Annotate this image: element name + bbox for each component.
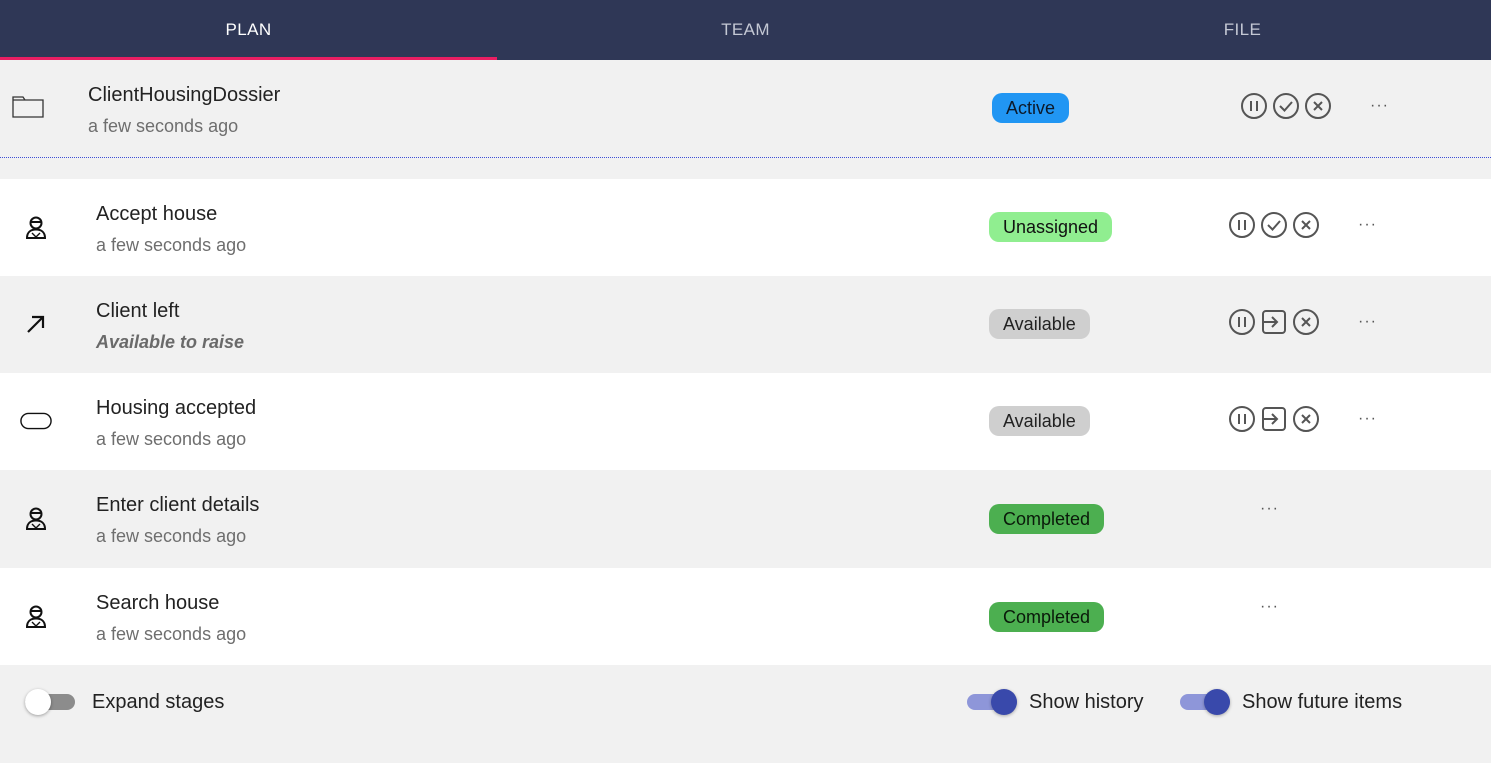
item-title: Client left <box>96 300 180 322</box>
tab-bar: PLAN TEAM FILE <box>0 0 1491 60</box>
show-future-items-toggle[interactable] <box>1180 689 1230 715</box>
user-event-arrow-icon <box>20 308 52 340</box>
item-timestamp: a few seconds ago <box>96 624 247 644</box>
more-options-icon[interactable]: ··· <box>1260 500 1279 518</box>
item-actions <box>1228 405 1320 433</box>
suspend-icon[interactable] <box>1228 308 1256 336</box>
status-badge: Available <box>989 406 1090 436</box>
plan-item-row: Search house a few seconds ago Completed… <box>0 568 1491 665</box>
complete-icon[interactable] <box>1272 92 1300 120</box>
case-row: ClientHousingDossier a few seconds ago A… <box>0 60 1491 158</box>
suspend-icon[interactable] <box>1228 211 1256 239</box>
status-badge: Available <box>989 309 1090 339</box>
terminate-icon[interactable] <box>1292 308 1320 336</box>
raise-event-icon[interactable] <box>1260 405 1288 433</box>
item-timestamp: a few seconds ago <box>96 235 247 255</box>
plan-item-row: Client left Available to raise Available… <box>0 276 1491 373</box>
item-timestamp: a few seconds ago <box>96 429 247 449</box>
case-timestamp: a few seconds ago <box>88 116 239 136</box>
raise-event-icon[interactable] <box>1260 308 1288 336</box>
human-task-icon <box>20 600 52 632</box>
show-history-toggle[interactable] <box>967 689 1017 715</box>
status-badge: Completed <box>989 504 1105 534</box>
tab-team[interactable]: TEAM <box>497 0 994 60</box>
more-options-icon[interactable]: ··· <box>1358 216 1377 234</box>
more-options-icon[interactable]: ··· <box>1358 313 1377 331</box>
tab-plan[interactable]: PLAN <box>0 0 497 60</box>
status-badge: Completed <box>989 602 1105 632</box>
item-title: Search house <box>96 592 220 614</box>
item-title: Accept house <box>96 203 218 225</box>
status-badge: Unassigned <box>989 212 1113 242</box>
plan-item-row: Housing accepted a few seconds ago Avail… <box>0 373 1491 470</box>
expand-stages-label: Expand stages <box>92 691 225 713</box>
complete-icon[interactable] <box>1260 211 1288 239</box>
terminate-icon[interactable] <box>1304 92 1332 120</box>
case-title: ClientHousingDossier <box>88 84 281 106</box>
toggle-knob <box>1204 689 1230 715</box>
human-task-icon <box>20 211 52 243</box>
terminate-icon[interactable] <box>1292 211 1320 239</box>
plan-item-row: Accept house a few seconds ago Unassigne… <box>0 179 1491 276</box>
folder-icon <box>12 90 44 122</box>
show-history-label: Show history <box>1029 691 1144 713</box>
status-badge: Active <box>992 93 1070 123</box>
toggle-knob <box>991 689 1017 715</box>
suspend-icon[interactable] <box>1228 405 1256 433</box>
expand-stages-toggle[interactable] <box>25 689 75 715</box>
item-title: Housing accepted <box>96 397 257 419</box>
item-subtitle: Available to raise <box>96 332 245 352</box>
item-actions <box>1228 211 1320 239</box>
more-options-icon[interactable]: ··· <box>1358 410 1377 428</box>
plan-item-row: Enter client details a few seconds ago C… <box>0 470 1491 567</box>
item-title: Enter client details <box>96 494 260 516</box>
case-actions <box>1240 92 1332 120</box>
tab-file[interactable]: FILE <box>994 0 1491 60</box>
toggle-knob <box>25 689 51 715</box>
milestone-icon <box>20 405 52 437</box>
human-task-icon <box>20 502 52 534</box>
more-options-icon[interactable]: ··· <box>1370 97 1389 115</box>
terminate-icon[interactable] <box>1292 405 1320 433</box>
item-actions <box>1228 308 1320 336</box>
suspend-icon[interactable] <box>1240 92 1268 120</box>
more-options-icon[interactable]: ··· <box>1260 598 1279 616</box>
footer-toolbar: Expand stages Show history Show future i… <box>0 666 1491 763</box>
item-timestamp: a few seconds ago <box>96 526 247 546</box>
show-future-items-label: Show future items <box>1242 691 1403 713</box>
